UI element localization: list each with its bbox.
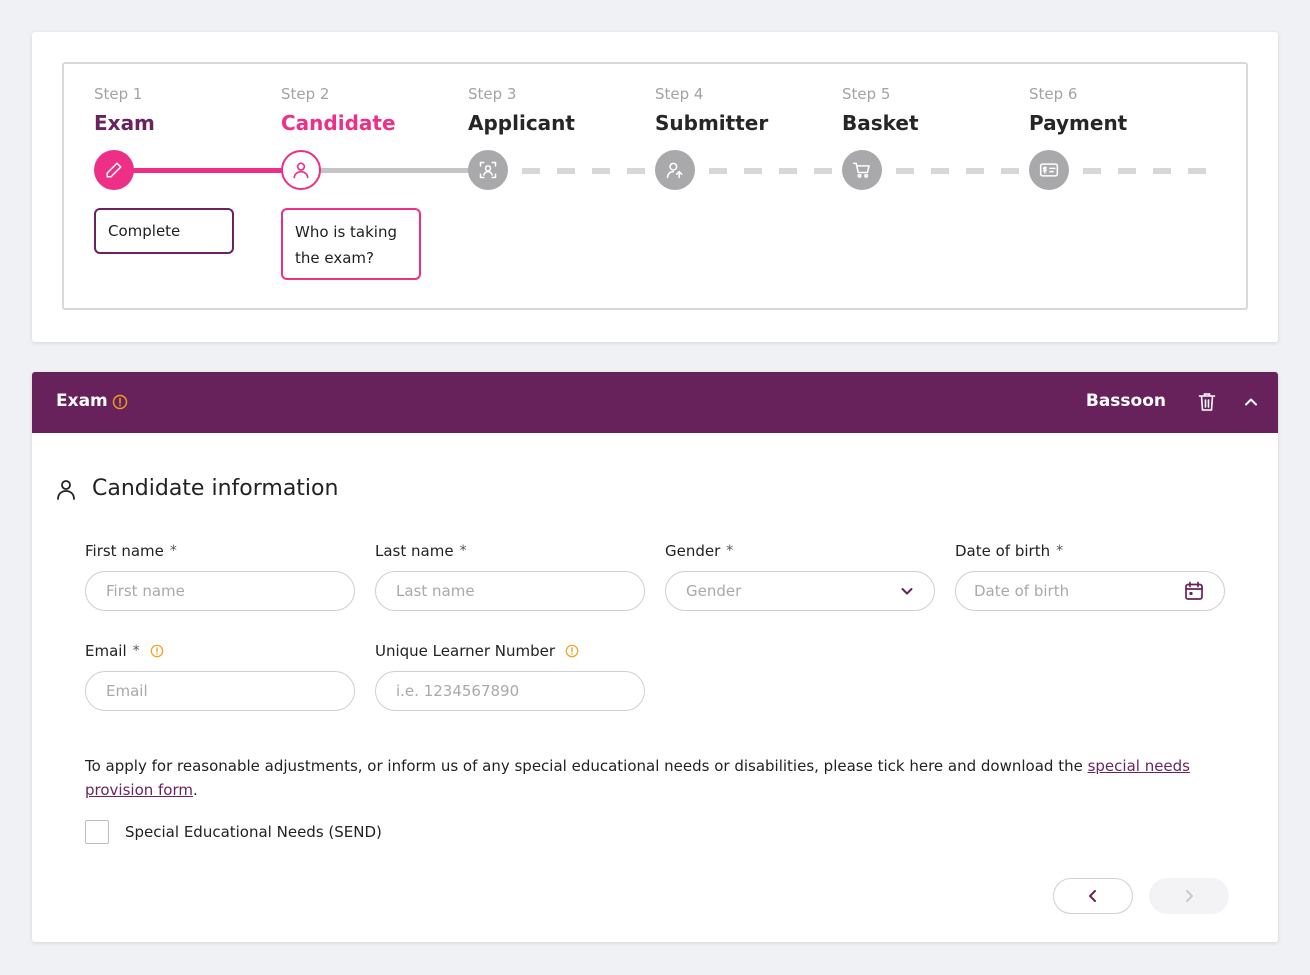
step-number: Step 2 bbox=[281, 85, 330, 103]
step-number: Step 6 bbox=[1029, 85, 1078, 103]
step-name: Payment bbox=[1029, 111, 1128, 135]
uln-input[interactable] bbox=[375, 671, 645, 711]
chevron-down-icon bbox=[900, 584, 914, 602]
exam-panel: Exam Bassoon Candidate information First… bbox=[32, 372, 1278, 942]
step-3-indicator[interactable] bbox=[468, 150, 508, 190]
exam-instrument: Bassoon bbox=[1085, 391, 1166, 411]
step-number: Step 5 bbox=[842, 85, 891, 103]
step-name: Exam bbox=[94, 111, 155, 135]
user-focus-icon bbox=[479, 161, 497, 179]
calendar-icon[interactable] bbox=[1184, 581, 1204, 605]
step-5-indicator[interactable] bbox=[842, 150, 882, 190]
last-name-field: Last name * bbox=[375, 541, 645, 611]
step-4-indicator[interactable] bbox=[655, 150, 695, 190]
delete-exam-button[interactable] bbox=[1198, 392, 1216, 416]
email-field: Email * bbox=[85, 641, 355, 711]
send-instructions: To apply for reasonable adjustments, or … bbox=[85, 757, 1191, 799]
step-number: Step 4 bbox=[655, 85, 704, 103]
progress-stepper: Step 1 Exam Complete Step 2 Candidate Wh… bbox=[62, 62, 1248, 310]
step-number: Step 3 bbox=[468, 85, 517, 103]
chevron-left-icon bbox=[1089, 890, 1096, 902]
field-label: First name * bbox=[85, 542, 177, 560]
required-marker: * bbox=[459, 543, 467, 559]
step-6[interactable]: Step 6 Payment bbox=[1029, 84, 1209, 136]
step-name: Applicant bbox=[468, 111, 575, 135]
first-name-field: First name * bbox=[85, 541, 355, 611]
section-heading: Candidate information bbox=[54, 476, 338, 501]
step-number: Step 1 bbox=[94, 85, 143, 103]
step-name: Candidate bbox=[281, 111, 396, 135]
step-2[interactable]: Step 2 Candidate bbox=[281, 84, 461, 136]
field-label: Unique Learner Number bbox=[375, 641, 645, 661]
select-placeholder: Gender bbox=[686, 582, 742, 600]
send-checkbox[interactable] bbox=[85, 820, 109, 844]
info-icon[interactable] bbox=[150, 644, 164, 658]
chevron-up-icon bbox=[1245, 398, 1257, 406]
input-placeholder: Date of birth bbox=[974, 582, 1070, 600]
step-name: Basket bbox=[842, 111, 919, 135]
date-of-birth-input[interactable]: Date of birth bbox=[955, 571, 1225, 611]
section-title: Candidate information bbox=[92, 476, 339, 501]
email-input[interactable] bbox=[85, 671, 355, 711]
required-marker: * bbox=[1056, 543, 1064, 559]
required-marker: * bbox=[726, 543, 734, 559]
step-4[interactable]: Step 4 Submitter bbox=[655, 84, 835, 136]
unique-learner-number-field: Unique Learner Number bbox=[375, 641, 645, 711]
info-icon[interactable] bbox=[565, 644, 579, 658]
connector-step6-end bbox=[1083, 168, 1213, 174]
send-checkbox-row[interactable]: Special Educational Needs (SEND) bbox=[85, 820, 382, 844]
field-label: Last name * bbox=[375, 542, 467, 560]
connector-step1-step2 bbox=[114, 168, 304, 173]
send-checkbox-label: Special Educational Needs (SEND) bbox=[125, 823, 382, 841]
gender-field: Gender * Gender bbox=[665, 541, 935, 611]
collapse-panel-button[interactable] bbox=[1244, 394, 1258, 413]
user-upload-icon bbox=[666, 162, 683, 179]
last-name-input[interactable] bbox=[375, 571, 645, 611]
field-label: Email * bbox=[85, 641, 355, 661]
gender-select[interactable]: Gender bbox=[665, 571, 935, 611]
first-name-input[interactable] bbox=[85, 571, 355, 611]
progress-stepper-card: Step 1 Exam Complete Step 2 Candidate Wh… bbox=[32, 32, 1278, 342]
chevron-right-icon bbox=[1186, 890, 1193, 902]
connector-step2-step3 bbox=[300, 168, 490, 173]
user-icon bbox=[293, 162, 309, 179]
next-button[interactable] bbox=[1149, 878, 1229, 914]
user-icon bbox=[57, 479, 75, 500]
step-2-indicator[interactable] bbox=[281, 150, 321, 190]
cart-icon bbox=[852, 162, 870, 178]
step-5[interactable]: Step 5 Basket bbox=[842, 84, 1022, 136]
step-2-status: Who is taking the exam? bbox=[281, 208, 421, 280]
exam-panel-title: Exam bbox=[56, 391, 108, 411]
trash-icon bbox=[1198, 393, 1216, 411]
step-1-indicator[interactable] bbox=[94, 150, 134, 190]
date-of-birth-field: Date of birth * Date of birth bbox=[955, 541, 1225, 611]
warning-icon bbox=[112, 394, 128, 414]
step-1-status: Complete bbox=[94, 208, 234, 254]
exam-panel-header[interactable]: Exam Bassoon bbox=[32, 372, 1278, 433]
field-label: Date of birth * bbox=[955, 542, 1064, 560]
required-marker: * bbox=[169, 543, 177, 559]
step-name: Submitter bbox=[655, 111, 769, 135]
step-3[interactable]: Step 3 Applicant bbox=[468, 84, 648, 136]
required-marker: * bbox=[132, 643, 140, 659]
payment-card-icon bbox=[1039, 163, 1059, 177]
pencil-icon bbox=[106, 162, 122, 178]
previous-button[interactable] bbox=[1053, 878, 1133, 914]
field-label: Gender * bbox=[665, 542, 734, 560]
step-1[interactable]: Step 1 Exam bbox=[94, 84, 274, 136]
step-6-indicator[interactable] bbox=[1029, 150, 1069, 190]
